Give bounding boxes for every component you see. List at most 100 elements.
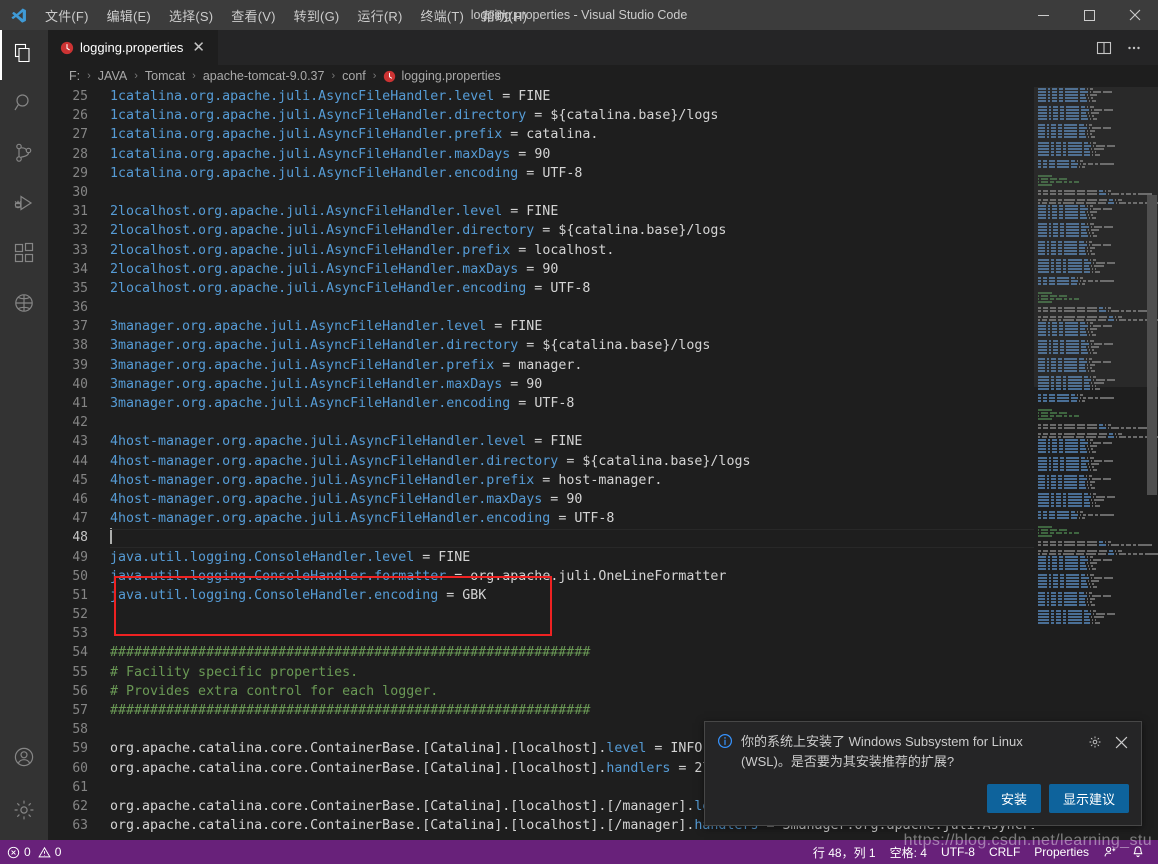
code-line[interactable]: 56# Provides extra control for each logg… — [48, 682, 1034, 701]
line-text: 4host-manager.org.apache.juli.AsyncFileH… — [110, 490, 1034, 509]
token-plain: = — [446, 569, 470, 584]
code-line[interactable]: 51java.util.logging.ConsoleHandler.encod… — [48, 586, 1034, 605]
status-errors-warnings[interactable]: 0 0 — [0, 840, 68, 864]
minimap-block — [1090, 481, 1096, 483]
minimap-block — [1084, 622, 1091, 624]
code-line[interactable]: 464host-manager.org.apache.juli.AsyncFil… — [48, 490, 1034, 509]
minimap-block — [1087, 457, 1088, 459]
minimap-block — [1119, 553, 1126, 555]
code-line[interactable]: 42 — [48, 413, 1034, 432]
breadcrumb-item-conf[interactable]: conf — [341, 69, 367, 83]
status-encoding[interactable]: UTF-8 — [934, 840, 982, 864]
code-line[interactable]: 36 — [48, 298, 1034, 317]
code-line[interactable]: 50java.util.logging.ConsoleHandler.forma… — [48, 567, 1034, 586]
menu-item-selection[interactable]: 选择(S) — [160, 2, 222, 29]
breadcrumb-item-apache-tomcat[interactable]: apache-tomcat-9.0.37 — [202, 69, 326, 83]
code-line[interactable]: 57######################################… — [48, 701, 1034, 720]
breadcrumb-item-drive[interactable]: F: — [68, 69, 81, 83]
search-icon — [12, 91, 36, 120]
menu-item-help[interactable]: 帮助(H) — [473, 2, 536, 29]
scrollbar-thumb[interactable] — [1147, 195, 1157, 495]
menu-item-terminal[interactable]: 终端(T) — [411, 2, 473, 29]
minimap-block — [1099, 541, 1103, 543]
code-line[interactable]: 30 — [48, 183, 1034, 202]
code-line[interactable]: 383manager.org.apache.juli.AsyncFileHand… — [48, 336, 1034, 355]
code-line[interactable]: 403manager.org.apache.juli.AsyncFileHand… — [48, 375, 1034, 394]
minimap-block — [1059, 445, 1062, 447]
code-line[interactable]: 48 — [48, 528, 1034, 547]
activitybar-item-source-control[interactable] — [0, 130, 48, 180]
minimap-slider[interactable] — [1034, 87, 1158, 387]
activitybar-item-search[interactable] — [0, 80, 48, 130]
minimap-block — [1090, 610, 1091, 612]
breadcrumb-item-file[interactable]: logging.properties — [382, 69, 501, 83]
code-line[interactable]: 312localhost.org.apache.juli.AsyncFileHa… — [48, 202, 1034, 221]
token-val: UTF-8 — [542, 166, 582, 181]
activitybar-item-remote-explorer[interactable] — [0, 280, 48, 330]
notification-toast[interactable]: 你的系统上安装了 Windows Subsystem for Linux (WS… — [704, 721, 1142, 826]
code-line[interactable]: 444host-manager.org.apache.juli.AsyncFil… — [48, 452, 1034, 471]
minimap-block — [1038, 460, 1047, 462]
minimap-block — [1094, 577, 1103, 579]
status-indentation[interactable]: 空格: 4 — [883, 840, 934, 864]
minimap-block — [1058, 424, 1061, 426]
activitybar-item-settings[interactable] — [0, 784, 48, 840]
minimap-block — [1038, 397, 1041, 399]
activitybar-item-extensions[interactable] — [0, 230, 48, 280]
token-plain: org.apache.catalina.core.ContainerBase.[… — [110, 741, 606, 756]
code-line[interactable]: 454host-manager.org.apache.juli.AsyncFil… — [48, 471, 1034, 490]
code-line[interactable]: 373manager.org.apache.juli.AsyncFileHand… — [48, 317, 1034, 336]
install-button[interactable]: 安装 — [987, 784, 1041, 813]
code-line[interactable]: 271catalina.org.apache.juli.AsyncFileHan… — [48, 125, 1034, 144]
status-eol[interactable]: CRLF — [982, 840, 1027, 864]
editor-scrollbar[interactable] — [1144, 87, 1158, 840]
code-line[interactable]: 251catalina.org.apache.juli.AsyncFileHan… — [48, 87, 1034, 106]
code-line[interactable]: 322localhost.org.apache.juli.AsyncFileHa… — [48, 221, 1034, 240]
split-editor-icon[interactable] — [1090, 34, 1118, 62]
code-line[interactable]: 52 — [48, 605, 1034, 624]
code-line[interactable]: 393manager.org.apache.juli.AsyncFileHand… — [48, 356, 1034, 375]
activitybar-item-accounts[interactable] — [0, 734, 48, 784]
maximize-button[interactable] — [1066, 0, 1112, 30]
code-line[interactable]: 342localhost.org.apache.juli.AsyncFileHa… — [48, 260, 1034, 279]
status-editor-position[interactable]: 行 48，列 1 — [806, 840, 883, 864]
activitybar-item-explorer[interactable] — [0, 30, 48, 80]
close-button[interactable] — [1112, 0, 1158, 30]
menu-item-edit[interactable]: 编辑(E) — [98, 2, 160, 29]
minimap-block — [1060, 457, 1063, 459]
code-line[interactable]: 413manager.org.apache.juli.AsyncFileHand… — [48, 394, 1034, 413]
code-line[interactable]: 54######################################… — [48, 643, 1034, 662]
code-line[interactable]: 434host-manager.org.apache.juli.AsyncFil… — [48, 432, 1034, 451]
menu-bar[interactable]: 文件(F) 编辑(E) 选择(S) 查看(V) 转到(G) 运行(R) 终端(T… — [36, 2, 536, 29]
code-line[interactable]: 261catalina.org.apache.juli.AsyncFileHan… — [48, 106, 1034, 125]
activitybar-item-run-and-debug[interactable] — [0, 180, 48, 230]
status-language-mode[interactable]: Properties — [1027, 840, 1096, 864]
close-icon[interactable]: ✕ — [189, 38, 208, 57]
gear-icon[interactable] — [1085, 732, 1105, 752]
show-recommendations-button[interactable]: 显示建议 — [1049, 784, 1129, 813]
status-live-share[interactable] — [1096, 840, 1124, 864]
breadcrumb-item-java[interactable]: JAVA — [97, 69, 128, 83]
code-line[interactable]: 53 — [48, 624, 1034, 643]
close-icon[interactable] — [1111, 732, 1131, 752]
breadcrumb-item-tomcat[interactable]: Tomcat — [144, 69, 186, 83]
minimap-block — [1093, 493, 1096, 495]
menu-item-go[interactable]: 转到(G) — [285, 2, 349, 29]
code-line[interactable]: 49java.util.logging.ConsoleHandler.level… — [48, 548, 1034, 567]
minimap-block — [1076, 436, 1084, 438]
code-line[interactable]: 291catalina.org.apache.juli.AsyncFileHan… — [48, 164, 1034, 183]
code-line[interactable]: 55# Facility specific properties. — [48, 663, 1034, 682]
code-line[interactable]: 281catalina.org.apache.juli.AsyncFileHan… — [48, 145, 1034, 164]
minimize-button[interactable] — [1020, 0, 1066, 30]
ellipsis-icon[interactable] — [1120, 34, 1148, 62]
menu-item-file[interactable]: 文件(F) — [36, 2, 98, 29]
code-line[interactable]: 474host-manager.org.apache.juli.AsyncFil… — [48, 509, 1034, 528]
tab-logging-properties[interactable]: logging.properties ✕ — [48, 30, 219, 65]
code-line[interactable]: 332localhost.org.apache.juli.AsyncFileHa… — [48, 241, 1034, 260]
code-line[interactable]: 352localhost.org.apache.juli.AsyncFileHa… — [48, 279, 1034, 298]
menu-item-run[interactable]: 运行(R) — [348, 2, 411, 29]
minimap-block — [1092, 388, 1093, 390]
menu-item-view[interactable]: 查看(V) — [222, 2, 284, 29]
status-notifications[interactable] — [1124, 840, 1152, 864]
minimap-block — [1064, 475, 1078, 477]
